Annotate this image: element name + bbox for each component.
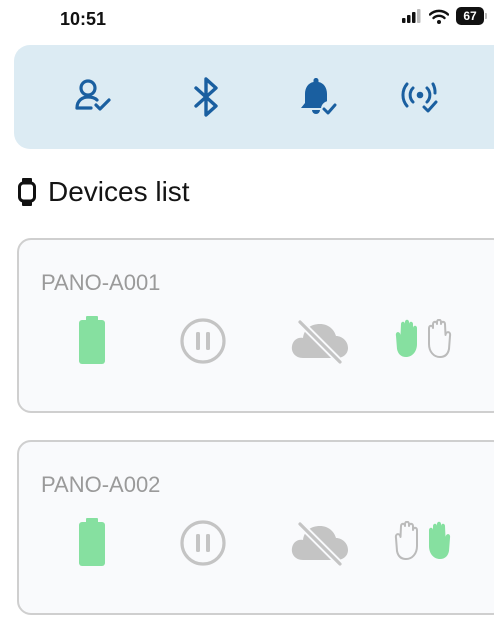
- battery-full-icon: [77, 316, 107, 364]
- device-card[interactable]: PANO-A001: [17, 238, 494, 413]
- user-check-button[interactable]: [64, 67, 124, 127]
- section-title: Devices list: [48, 176, 190, 207]
- user-check-icon: [75, 79, 111, 111]
- device-name: PANO-A002: [41, 472, 161, 497]
- watch-icon: [18, 178, 36, 206]
- battery-full-icon: [77, 518, 107, 566]
- devices-section-header: Devices list: [18, 172, 190, 212]
- status-time: 10:51: [60, 9, 107, 29]
- cloud-off-icon: [289, 520, 351, 566]
- hand-left-inactive-icon: [394, 521, 418, 560]
- pause-button[interactable]: [179, 519, 227, 567]
- hand-selector[interactable]: [391, 319, 455, 359]
- hand-right-active-icon: [429, 521, 451, 559]
- signal-icon: [402, 9, 421, 23]
- battery-level: 67: [463, 9, 477, 23]
- device-card[interactable]: PANO-A002: [17, 440, 494, 615]
- pause-icon: [180, 318, 226, 364]
- hand-left-active-icon: [395, 319, 417, 357]
- broadcast-check-icon: [401, 82, 438, 113]
- hand-selector[interactable]: [391, 521, 455, 561]
- bluetooth-button[interactable]: [177, 67, 237, 127]
- device-name: PANO-A001: [41, 270, 161, 295]
- device-status-icons: [19, 308, 494, 372]
- battery-indicator: 67: [456, 7, 487, 25]
- device-status-icons: [19, 510, 494, 574]
- notifications-button[interactable]: [288, 67, 348, 127]
- top-toolbar: [14, 45, 494, 149]
- status-bar: 10:51 67: [0, 0, 494, 40]
- status-icons: 67: [402, 7, 487, 25]
- bluetooth-icon: [194, 77, 218, 117]
- hand-right-inactive-icon: [428, 319, 452, 358]
- pause-icon: [180, 520, 226, 566]
- cloud-off-icon: [289, 318, 351, 364]
- wifi-icon: [429, 9, 449, 24]
- pause-button[interactable]: [179, 317, 227, 365]
- bell-check-icon: [301, 78, 337, 117]
- broadcast-button[interactable]: [390, 67, 450, 127]
